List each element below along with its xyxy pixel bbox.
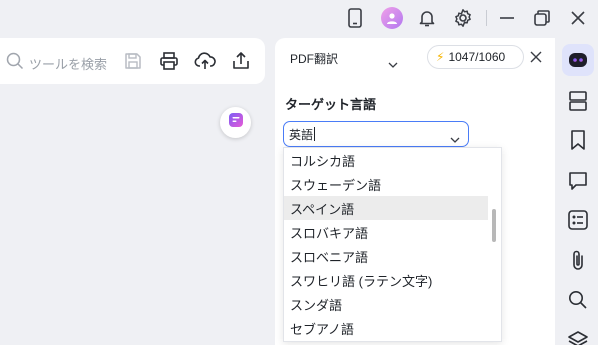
print-icon[interactable] (158, 50, 180, 72)
gear-icon[interactable] (452, 7, 474, 29)
tool-search[interactable]: ツールを検索 (6, 52, 107, 75)
layers-icon[interactable] (566, 328, 590, 345)
title-bar (0, 0, 598, 36)
ai-robot-icon[interactable] (566, 48, 590, 72)
title-separator (486, 10, 487, 26)
language-dropdown[interactable]: コルシカ語 スウェーデン語 スペイン語 スロバキア語 スロベニア語 スワヒリ語 … (283, 147, 502, 342)
right-sidebar (558, 38, 598, 345)
phone-icon[interactable] (344, 7, 366, 29)
minimize-icon[interactable] (496, 7, 518, 29)
credits-badge[interactable]: ⚡ 1047/1060 (427, 45, 524, 69)
translation-mode-label: PDF翻訳 (290, 51, 339, 66)
close-icon[interactable] (567, 7, 589, 29)
search-icon[interactable] (566, 288, 590, 312)
attachment-icon[interactable] (566, 248, 590, 272)
share-icon[interactable] (230, 50, 252, 72)
lightning-icon: ⚡ (436, 50, 445, 64)
text-caret (314, 127, 316, 141)
pages-icon[interactable] (566, 89, 590, 113)
language-option[interactable]: スワヒリ語 (ラテン文字) (284, 268, 488, 292)
comment-icon[interactable] (566, 169, 590, 193)
language-option[interactable]: スペイン語 (284, 196, 488, 220)
ai-note-icon (227, 111, 245, 134)
language-option[interactable]: スンダ語 (284, 292, 488, 316)
language-option[interactable]: コルシカ語 (284, 148, 488, 172)
document-toolbar: ツールを検索 (0, 38, 265, 84)
ai-assistant-button[interactable] (220, 107, 251, 138)
chevron-down-icon (450, 130, 460, 148)
language-option[interactable]: スロバキア語 (284, 220, 488, 244)
search-input[interactable]: ツールを検索 (29, 54, 107, 73)
save-icon[interactable] (122, 50, 144, 72)
language-option[interactable]: スロベニア語 (284, 244, 488, 268)
search-icon (6, 52, 24, 75)
target-language-value: 英語 (289, 127, 314, 142)
translation-mode-select[interactable]: PDF翻訳 (284, 45, 404, 71)
language-option[interactable]: スウェーデン語 (284, 172, 488, 196)
bookmark-icon[interactable] (566, 128, 590, 152)
target-language-label: ターゲット言語 (285, 97, 377, 112)
target-language-select[interactable]: 英語 (283, 121, 469, 147)
bell-icon[interactable] (416, 7, 438, 29)
restore-icon[interactable] (531, 7, 553, 29)
form-icon[interactable] (566, 208, 590, 232)
credits-count: 1047/1060 (448, 50, 506, 64)
cloud-upload-icon[interactable] (194, 50, 216, 72)
panel-close-icon[interactable] (530, 50, 544, 64)
language-option[interactable]: セブアノ語 (284, 316, 488, 340)
chevron-down-icon (388, 55, 398, 73)
avatar[interactable] (381, 7, 403, 29)
dropdown-scrollbar[interactable] (492, 209, 496, 242)
